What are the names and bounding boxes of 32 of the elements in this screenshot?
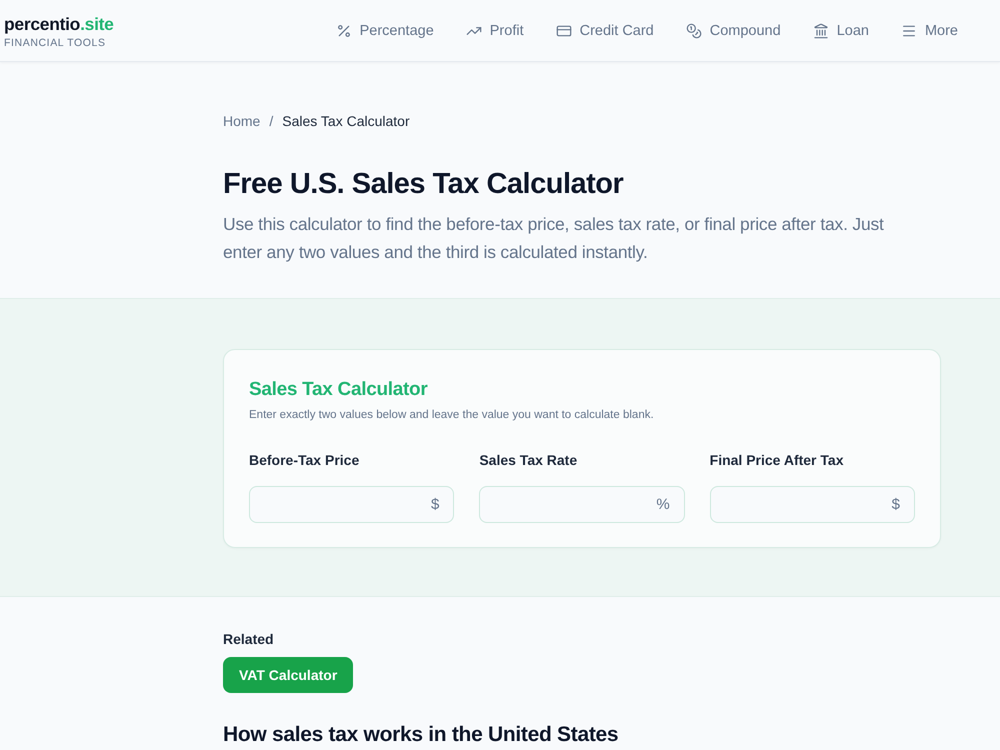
field-label: Before-Tax Price [249,451,360,469]
breadcrumb-link[interactable]: Home [223,112,260,130]
page-title: Free U.S. Sales Tax Calculator [223,167,624,202]
menu-icon [900,22,917,38]
site-logo[interactable]: percentio.site [4,14,114,34]
nav-link[interactable]: Loan [812,22,869,38]
unit-symbol: % [656,496,670,513]
breadcrumb-separator: / [269,112,274,130]
section-heading: How sales tax works in the United States [223,723,620,747]
breadcrumb-current-page: Sales Tax Calculator [282,112,410,130]
nav-link[interactable]: Compound [686,22,781,38]
percent-icon [336,22,352,38]
unit-symbol: $ [430,496,440,513]
bank-building-icon [812,22,829,38]
unit-symbol: $ [892,496,900,513]
field-label: Sales Tax Rate [479,451,578,469]
input-field[interactable]: $ [710,486,915,523]
input-field[interactable]: $ [249,486,454,523]
input-field[interactable]: % [479,486,685,523]
nav-link[interactable]: Profit [466,22,524,38]
calculator-hint: Enter exactly two values below and leave the value you want to calculate blank. [249,408,655,423]
field-label: Final Price After Tax [710,451,844,469]
nav-link[interactable]: Credit Card [556,22,654,38]
credit-card-icon [556,22,572,38]
calculator-title: Sales Tax Calculator [249,378,428,402]
related-link-button[interactable]: VAT Calculator [223,657,354,693]
coins-icon [686,22,702,38]
intro-paragraph: Use this calculator to find the before-tax price, sales tax rate, or final price after tax. Just enter any two values and the third is calculated instantly. [223,213,885,264]
site-tagline: FINANCIAL TOOLS [4,36,107,50]
nav-link[interactable]: More [900,22,958,38]
nav-link[interactable]: Percentage [336,22,434,38]
related-heading: Related [223,630,275,648]
